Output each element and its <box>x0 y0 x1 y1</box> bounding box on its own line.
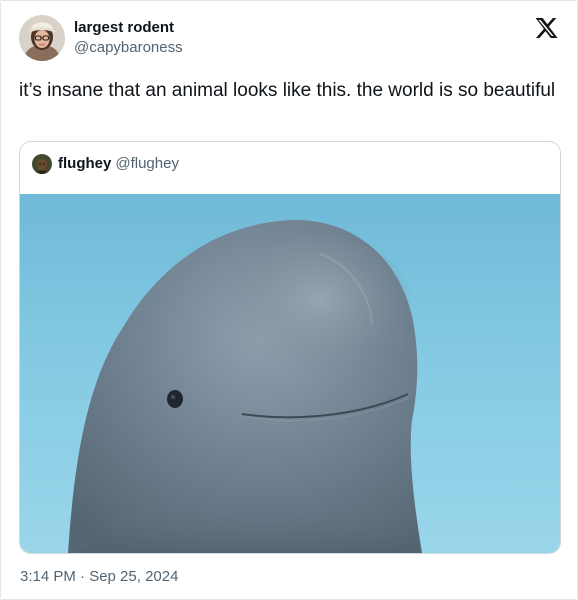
x-logo-glyph <box>535 18 558 38</box>
beluga-whale-photo <box>20 194 560 553</box>
quoted-tweet-header: flughey @flughey <box>32 154 179 174</box>
author-display-name[interactable]: largest rodent <box>74 18 183 38</box>
author-avatar[interactable] <box>19 15 65 61</box>
quoted-tweet[interactable]: flughey @flughey <box>19 141 561 554</box>
x-logo-icon[interactable] <box>534 16 558 40</box>
quote-author-display-name[interactable]: flughey <box>58 154 111 174</box>
tweet-text: it’s insane that an animal looks like th… <box>19 80 556 101</box>
quote-author-handle[interactable]: @flughey <box>115 154 179 174</box>
author-names: largest rodent @capybaroness <box>74 18 183 58</box>
beluga-whale-photo-icon[interactable] <box>20 194 560 553</box>
tweet-timestamp[interactable]: 3:14 PM · Sep 25, 2024 <box>20 567 178 587</box>
user-avatar-photo-icon <box>32 154 52 174</box>
tweet-header: largest rodent @capybaroness <box>19 15 183 61</box>
user-avatar-photo-icon <box>19 15 65 61</box>
quote-author-avatar[interactable] <box>32 154 52 174</box>
author-handle[interactable]: @capybaroness <box>74 38 183 58</box>
tweet-card: largest rodent @capybaroness it’s insane… <box>0 0 578 600</box>
